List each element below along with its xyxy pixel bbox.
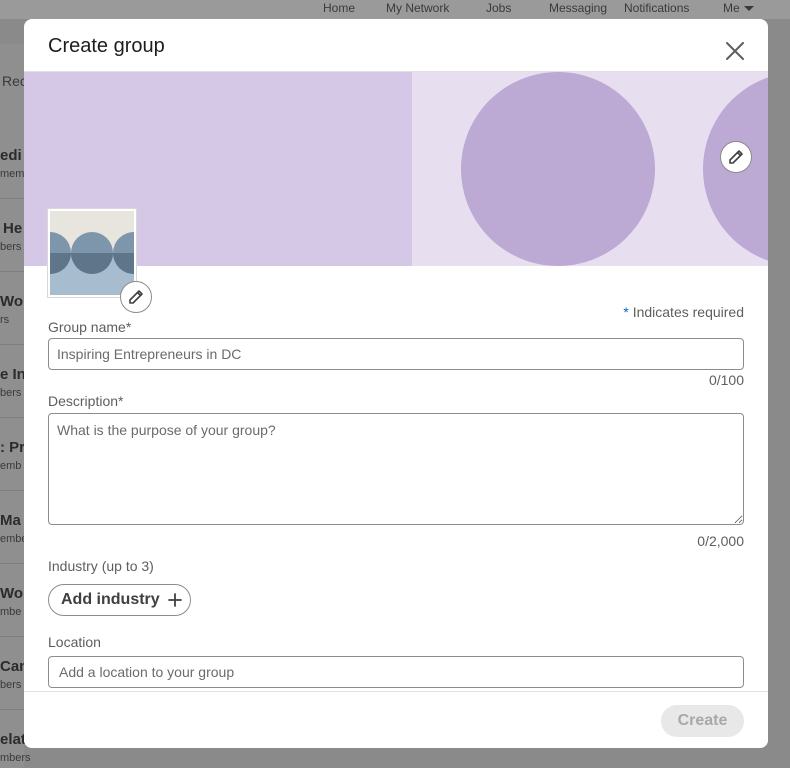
background-row-title: e In [0, 366, 26, 383]
background-row-title: He [3, 220, 23, 237]
plus-icon [167, 593, 182, 607]
nav-jobs: Jobs [486, 1, 512, 15]
logo-shape [50, 232, 71, 274]
background-row-title: elat [0, 731, 26, 748]
description-textarea[interactable] [48, 413, 744, 525]
description-counter: 0/2,000 [697, 533, 744, 549]
dialog-header: Create group [24, 19, 768, 72]
background-row-sub: bers [0, 679, 22, 691]
background-nav-bar: Home My Network Jobs Messaging Notificat… [0, 0, 790, 19]
background-row-title: : Pr [0, 439, 26, 456]
background-divider [0, 198, 24, 199]
background-divider [0, 344, 24, 345]
background-row-sub: bers [0, 387, 22, 399]
description-label: Description* [48, 393, 124, 409]
create-group-dialog: Create group * Indicates required Group … [24, 19, 768, 748]
background-row-title: Ma [0, 512, 21, 529]
nav-my-network: My Network [386, 1, 450, 15]
group-name-counter: 0/100 [708, 372, 744, 388]
nav-home: Home [323, 1, 356, 15]
nav-me-label: Me [723, 1, 740, 15]
add-industry-label: Add industry [61, 591, 160, 608]
background-row-sub: bers [0, 241, 22, 253]
background-divider [0, 271, 24, 272]
nav-me: Me [723, 1, 754, 15]
group-name-label: Group name* [48, 319, 132, 335]
logo-shape [71, 232, 113, 274]
background-divider [0, 636, 24, 637]
nav-notifications: Notifications [624, 1, 690, 15]
location-label: Location [48, 634, 101, 650]
background-row-sub: emb [0, 460, 22, 472]
background-row-sub: mbe [0, 606, 22, 618]
group-logo [48, 209, 136, 297]
required-star: * [623, 304, 629, 320]
cover-circle [461, 72, 655, 266]
dialog-footer: Create [24, 691, 768, 748]
dialog-title: Create group [48, 35, 165, 57]
background-divider [0, 417, 24, 418]
background-row-title: edi [0, 147, 22, 164]
pencil-icon [729, 150, 743, 164]
close-button[interactable] [722, 38, 748, 64]
edit-cover-button[interactable] [720, 141, 752, 173]
background-row-sub: mem [0, 168, 25, 180]
close-icon [726, 42, 744, 60]
background-row-sub: mbers [0, 752, 31, 764]
required-note-text: Indicates required [632, 304, 744, 320]
edit-logo-button[interactable] [120, 281, 152, 313]
pencil-icon [129, 290, 143, 304]
industry-label: Industry (up to 3) [48, 558, 154, 574]
create-button[interactable]: Create [661, 705, 744, 737]
background-divider [0, 490, 24, 491]
background-row-sub: rs [0, 314, 10, 326]
required-note: * Indicates required [623, 304, 744, 320]
background-divider [0, 563, 24, 564]
logo-shape [113, 232, 134, 274]
group-name-input[interactable] [48, 338, 744, 370]
add-industry-button[interactable]: Add industry [48, 584, 191, 616]
chevron-down-icon [743, 6, 754, 12]
background-divider [0, 709, 24, 710]
location-input[interactable] [48, 656, 744, 688]
nav-messaging: Messaging [549, 1, 608, 15]
logo-image [50, 211, 134, 295]
